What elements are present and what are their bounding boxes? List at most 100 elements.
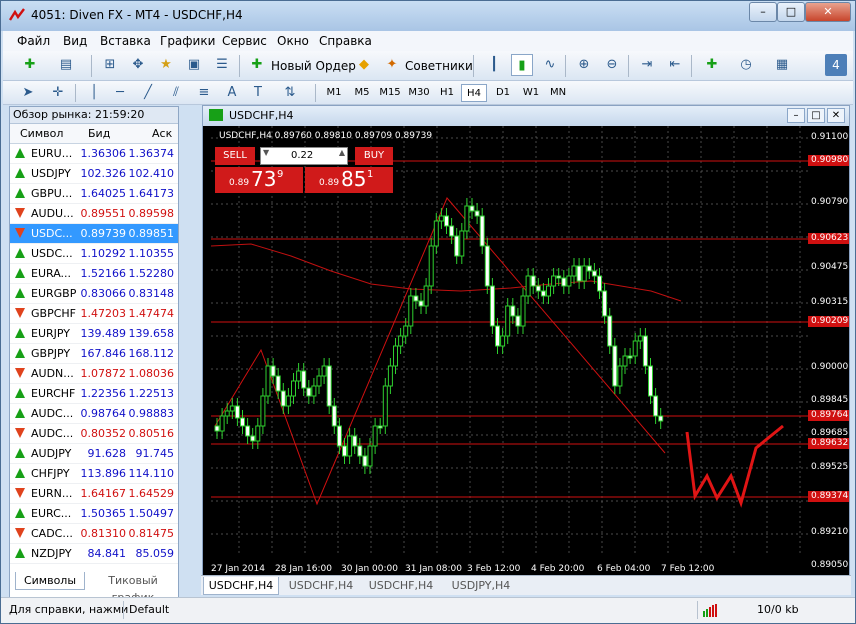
horizontal-line-icon[interactable]: ─ [109, 82, 131, 104]
market-row[interactable]: EURU... 1.36306 1.36374 [10, 144, 178, 164]
experts-icon[interactable]: ✦ [381, 54, 403, 76]
zoom-in-icon[interactable]: ⊕ [573, 54, 595, 76]
tab-tick-chart[interactable]: Тиковый график [87, 572, 179, 604]
candle-body [362, 455, 368, 467]
col-ask[interactable]: Аск [152, 127, 172, 140]
market-row[interactable]: EURGBP 0.83066 0.83148 [10, 284, 178, 304]
zoom-out-icon[interactable]: ⊖ [601, 54, 623, 76]
chart-tab-3[interactable]: USDCHF,H4 [363, 577, 439, 595]
market-row[interactable]: AUDN... 1.07872 1.08036 [10, 364, 178, 384]
metaeditor-icon[interactable]: ◆ [353, 54, 375, 76]
menu-view[interactable]: Вид [63, 34, 87, 48]
tf-m5[interactable]: M5 [349, 84, 375, 102]
menu-file[interactable]: Файл [17, 34, 50, 48]
fibonacci-icon[interactable]: ≡ [193, 82, 215, 104]
signals-badge[interactable]: 4 [825, 54, 847, 76]
market-row[interactable]: AUDC... 0.80352 0.80516 [10, 424, 178, 444]
market-row[interactable]: AUDJPY 91.628 91.745 [10, 444, 178, 464]
chart-shift-icon[interactable]: ⇤ [664, 54, 686, 76]
trendline-icon[interactable]: ╱ [137, 82, 159, 104]
buy-price[interactable]: 0.89 85 1 [305, 167, 393, 193]
chart-close-button[interactable]: ✕ [827, 108, 845, 123]
bid-price: 167.846 [80, 347, 127, 360]
menu-window[interactable]: Окно [277, 34, 309, 48]
lot-size-field[interactable]: ▼ 0.22 ▲ [260, 147, 348, 165]
chart-tab-2[interactable]: USDCHF,H4 [283, 577, 359, 595]
new-order-button[interactable]: Новый Ордер [271, 59, 356, 73]
col-symbol[interactable]: Символ [20, 127, 63, 140]
market-row[interactable]: EURC... 1.50365 1.50497 [10, 504, 178, 524]
tf-h4[interactable]: H4 [461, 84, 487, 102]
navigator-icon[interactable]: ✥ [127, 54, 149, 76]
new-chart-icon[interactable]: ✚ [19, 54, 41, 76]
market-row[interactable]: EURCHF 1.22356 1.22513 [10, 384, 178, 404]
auto-scroll-icon[interactable]: ⇥ [636, 54, 658, 76]
menu-charts[interactable]: Графики [160, 34, 215, 48]
up-arrow-icon [15, 408, 25, 418]
close-button[interactable]: ✕ [805, 2, 851, 22]
buy-button[interactable]: BUY [355, 147, 393, 165]
chart-minimize-button[interactable]: – [787, 108, 805, 123]
chart-tab-4[interactable]: USDJPY,H4 [443, 577, 519, 595]
tab-symbols[interactable]: Символы [15, 572, 85, 590]
label-icon[interactable]: T [247, 82, 269, 104]
maximize-button[interactable]: □ [777, 2, 805, 22]
connection-icon[interactable] [703, 604, 719, 617]
tf-m15[interactable]: M15 [377, 84, 403, 102]
market-row[interactable]: USDC... 1.10292 1.10355 [10, 244, 178, 264]
bar-chart-icon[interactable]: ┃ [483, 54, 505, 76]
arrows-icon[interactable]: ⇅ [279, 82, 301, 104]
text-icon[interactable]: A [221, 82, 243, 104]
price-axis-label: 0.91100 [811, 132, 849, 142]
window-title: 4051: Diven FX - MT4 - USDCHF,H4 [31, 8, 243, 22]
candlesticks-icon[interactable]: ▮ [511, 54, 533, 76]
ask-price: 1.64529 [128, 487, 175, 500]
symbol-name: AUDJPY [31, 447, 72, 460]
tf-d1[interactable]: D1 [490, 84, 516, 102]
market-row[interactable]: CADC... 0.81310 0.81475 [10, 524, 178, 544]
experts-button[interactable]: Советники [405, 59, 473, 73]
market-row[interactable]: NZDJPY 84.841 85.059 [10, 544, 178, 564]
market-row[interactable]: EURN... 1.64167 1.64529 [10, 484, 178, 504]
minimize-button[interactable]: – [749, 2, 777, 22]
market-row[interactable]: AUDU... 0.89551 0.89598 [10, 204, 178, 224]
market-row[interactable]: GBPCHF 1.47203 1.47474 [10, 304, 178, 324]
indicators-icon[interactable]: ✚ [701, 54, 723, 76]
market-row[interactable]: USDC... 0.89739 0.89851 [10, 224, 178, 244]
data-window-icon[interactable]: ★ [155, 54, 177, 76]
market-row[interactable]: EURJPY 139.489 139.658 [10, 324, 178, 344]
line-chart-icon[interactable]: ∿ [539, 54, 561, 76]
market-row[interactable]: GBPJPY 167.846 168.112 [10, 344, 178, 364]
crosshair-icon[interactable]: ✛ [47, 82, 69, 104]
tf-h1[interactable]: H1 [434, 84, 460, 102]
market-row[interactable]: AUDC... 0.98764 0.98883 [10, 404, 178, 424]
tf-m1[interactable]: M1 [321, 84, 347, 102]
channel-icon[interactable]: ⫽ [165, 82, 187, 104]
tf-w1[interactable]: W1 [518, 84, 544, 102]
periods-icon[interactable]: ◷ [735, 54, 757, 76]
chart-maximize-button[interactable]: □ [807, 108, 825, 123]
menu-tools[interactable]: Сервис [222, 34, 267, 48]
sell-button[interactable]: SELL [215, 147, 255, 165]
chart-canvas[interactable]: USDCHF,H4 0.89760 0.89810 0.89709 0.8973… [211, 126, 808, 576]
new-order-icon[interactable]: ✚ [246, 54, 268, 76]
menu-help[interactable]: Справка [319, 34, 372, 48]
tf-mn[interactable]: MN [545, 84, 571, 102]
templates-icon[interactable]: ▦ [771, 54, 793, 76]
profiles-icon[interactable]: ▤ [55, 54, 77, 76]
strategy-tester-icon[interactable]: ☰ [211, 54, 233, 76]
candle-body [403, 325, 409, 337]
market-watch-icon[interactable]: ⊞ [99, 54, 121, 76]
market-row[interactable]: CHFJPY 113.896 114.110 [10, 464, 178, 484]
cursor-icon[interactable]: ➤ [17, 82, 39, 104]
terminal-icon[interactable]: ▣ [183, 54, 205, 76]
chart-tab-1[interactable]: USDCHF,H4 [203, 577, 279, 595]
vertical-line-icon[interactable]: │ [83, 82, 105, 104]
market-row[interactable]: USDJPY 102.326 102.410 [10, 164, 178, 184]
menu-insert[interactable]: Вставка [100, 34, 151, 48]
market-row[interactable]: GBPU... 1.64025 1.64173 [10, 184, 178, 204]
col-bid[interactable]: Бид [88, 127, 110, 140]
tf-m30[interactable]: M30 [406, 84, 432, 102]
sell-price[interactable]: 0.89 73 9 [215, 167, 303, 193]
market-row[interactable]: EURA... 1.52166 1.52280 [10, 264, 178, 284]
